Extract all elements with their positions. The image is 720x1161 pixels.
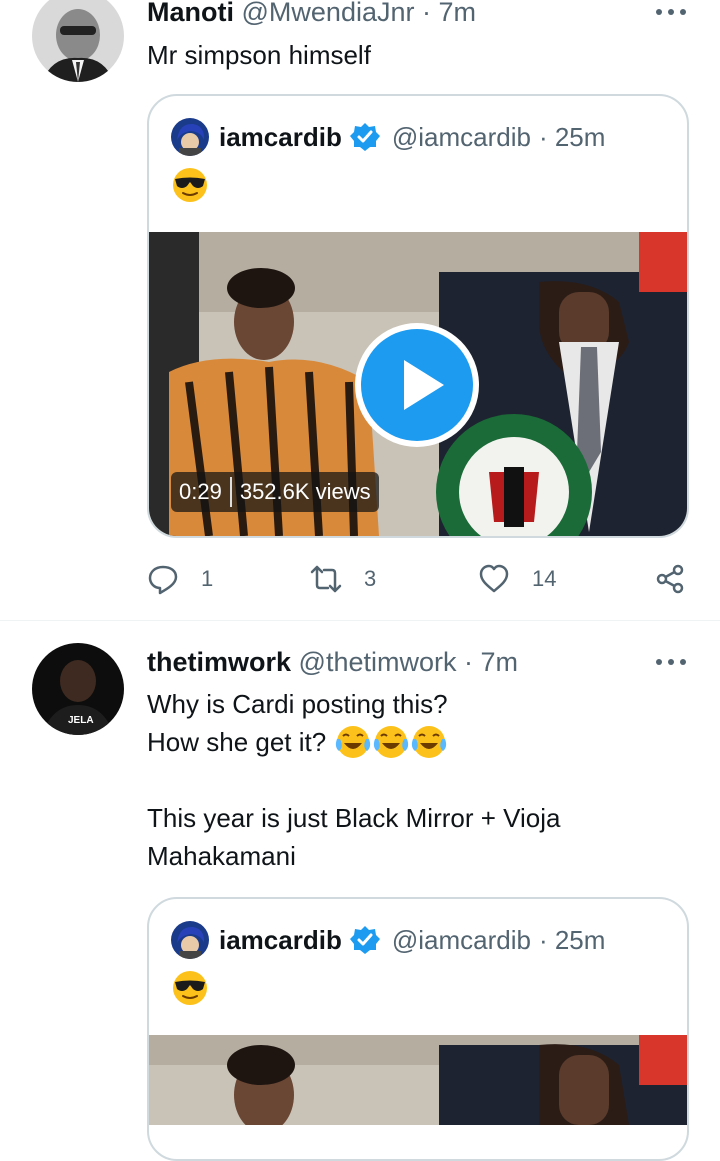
tweet-text-line: This year is just Black Mirror + Vioja <box>147 803 561 833</box>
tweet-text: Mr simpson himself <box>147 36 371 74</box>
retweet-count: 3 <box>364 566 377 591</box>
tweet-text-line: Mr simpson himself <box>147 40 371 70</box>
avatar[interactable] <box>171 118 209 156</box>
avatar-image <box>32 0 124 82</box>
video-info-badge: 0:29 352.6K views <box>171 472 379 512</box>
play-icon[interactable] <box>352 320 482 450</box>
tweet-header: Manoti @MwendiaJnr · 7m <box>147 0 476 28</box>
sunglasses-emoji <box>172 167 208 203</box>
like-button[interactable]: 14 <box>478 562 556 596</box>
handle[interactable]: @MwendiaJnr <box>242 0 415 27</box>
tears-of-joy-emoji <box>411 725 448 759</box>
tweet[interactable]: JELA thetimwork @thetimwork · 7m Why is … <box>0 621 720 1161</box>
tweet-text-line: Mahakamani <box>147 841 296 871</box>
tweet-text: Why is Cardi posting this? How she get i… <box>147 685 560 875</box>
share-icon <box>656 564 684 594</box>
tweet-text-line-with-emoji: How she get it? <box>147 723 560 761</box>
svg-text:JELA: JELA <box>68 715 94 726</box>
verified-badge-icon <box>349 122 380 152</box>
avatar-image: JELA <box>32 643 124 735</box>
reply-count: 1 <box>201 566 214 591</box>
handle[interactable]: @iamcardib <box>392 122 531 153</box>
tears-of-joy-emoji <box>373 725 410 759</box>
share-button[interactable] <box>654 562 708 596</box>
video-duration: 0:29 <box>179 479 222 504</box>
more-icon[interactable] <box>656 657 686 667</box>
display-name[interactable]: iamcardib <box>219 925 342 956</box>
tweet-text-line: Why is Cardi posting this? <box>147 689 448 719</box>
retweet-button[interactable]: 3 <box>310 562 376 596</box>
video-player[interactable]: 0:29 352.6K views <box>149 232 687 536</box>
tweet-text-line: How she get it? <box>147 727 327 757</box>
tweet-header: thetimwork @thetimwork · 7m <box>147 647 518 678</box>
verified-badge-icon <box>349 925 380 955</box>
retweet-icon <box>310 565 342 593</box>
timestamp[interactable]: · 25m <box>539 925 605 956</box>
tweet-actions: 1 3 14 <box>147 562 692 596</box>
handle[interactable]: @thetimwork <box>299 647 457 677</box>
like-count: 14 <box>532 566 557 591</box>
quoted-tweet[interactable]: iamcardib @iamcardib · 25m 0:29 352.6K v… <box>147 94 689 538</box>
video-thumbnail <box>149 1035 687 1125</box>
display-name[interactable]: iamcardib <box>219 122 342 153</box>
more-icon[interactable] <box>656 7 686 17</box>
tweet-text-line <box>147 761 560 799</box>
avatar[interactable] <box>32 0 124 82</box>
avatar[interactable] <box>171 921 209 959</box>
sunglasses-emoji <box>172 970 208 1006</box>
quoted-tweet[interactable]: iamcardib @iamcardib · 25m <box>147 897 689 1161</box>
video-player[interactable] <box>149 1035 687 1125</box>
handle[interactable]: @iamcardib <box>392 925 531 956</box>
quoted-tweet-header: iamcardib @iamcardib · 25m <box>171 118 605 156</box>
reply-icon <box>148 565 178 595</box>
display-name[interactable]: thetimwork <box>147 647 291 677</box>
timestamp[interactable]: · 7m <box>464 647 518 677</box>
timestamp[interactable]: · 25m <box>539 122 605 153</box>
tweet[interactable]: Manoti @MwendiaJnr · 7m Mr simpson himse… <box>0 0 720 620</box>
tears-of-joy-emoji <box>335 725 372 759</box>
video-views: 352.6K views <box>239 479 371 504</box>
reply-button[interactable]: 1 <box>147 562 213 596</box>
timestamp[interactable]: · 7m <box>422 0 476 27</box>
avatar[interactable]: JELA <box>32 643 124 735</box>
like-icon <box>479 564 509 593</box>
quoted-tweet-header: iamcardib @iamcardib · 25m <box>171 921 605 959</box>
display-name[interactable]: Manoti <box>147 0 234 27</box>
